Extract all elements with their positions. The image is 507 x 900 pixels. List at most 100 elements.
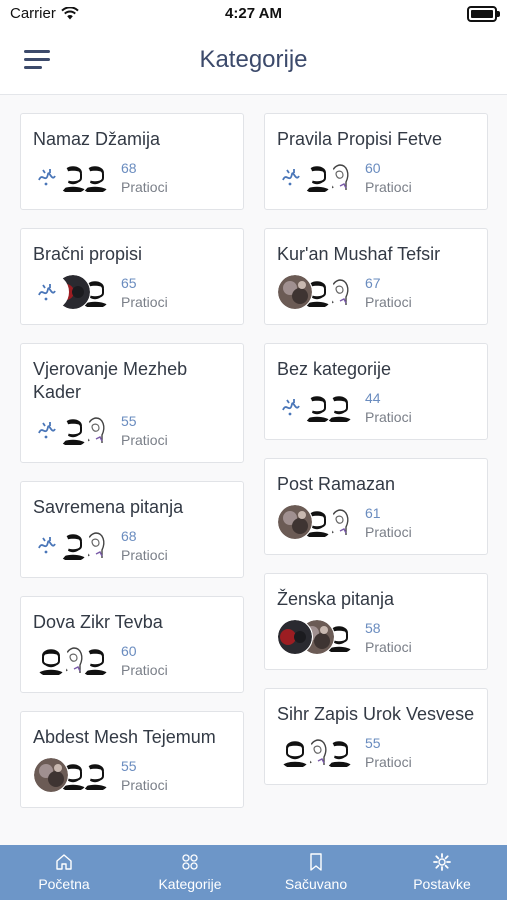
follower-count: 61	[365, 505, 381, 521]
category-followers: 61 Pratioci	[277, 504, 475, 542]
follower-label: Pratioci	[121, 662, 168, 678]
follower-avatars	[33, 274, 113, 312]
follower-count: 67	[365, 275, 381, 291]
follower-meta: 55 Pratioci	[121, 412, 168, 450]
category-card[interactable]: Bez kategorije 44 Pratioci	[264, 343, 488, 440]
follower-avatars	[277, 389, 357, 427]
avatar	[33, 274, 69, 310]
category-title: Abdest Mesh Tejemum	[33, 727, 216, 747]
follower-avatars	[277, 734, 357, 772]
category-followers: 55 Pratioci	[33, 757, 231, 795]
category-followers: 55 Pratioci	[277, 734, 475, 772]
follower-meta: 65 Pratioci	[121, 274, 168, 312]
follower-count: 44	[365, 390, 381, 406]
category-card[interactable]: Dova Zikr Tevba 60 Pratioci	[20, 596, 244, 693]
category-card[interactable]: Post Ramazan 61 Pratioci	[264, 458, 488, 555]
category-title: Kur'an Mushaf Tefsir	[277, 244, 441, 264]
avatar	[277, 504, 313, 540]
category-card[interactable]: Kur'an Mushaf Tefsir 67 Pratioci	[264, 228, 488, 325]
follower-avatars	[33, 527, 113, 565]
category-card[interactable]: Abdest Mesh Tejemum 55 Pratioci	[20, 711, 244, 808]
tab-bar: Početna Kategorije Sačuvano Postavke	[0, 845, 507, 900]
category-grid: Namaz Džamija 68 Pratioci Bračni propisi 65 P…	[0, 95, 507, 845]
category-card[interactable]: Sihr Zapis Urok Vesvese 55 Pratioci	[264, 688, 488, 785]
category-card[interactable]: Savremena pitanja 68 Pratioci	[20, 481, 244, 578]
avatar	[33, 757, 69, 793]
category-title: Savremena pitanja	[33, 497, 184, 517]
follower-count: 60	[365, 160, 381, 176]
avatar	[277, 274, 313, 310]
category-followers: 65 Pratioci	[33, 274, 231, 312]
avatar	[33, 412, 69, 448]
left-column: Namaz Džamija 68 Pratioci Bračni propisi 65 P…	[20, 113, 244, 826]
category-card[interactable]: Vjerovanje Mezheb Kader 55 Pratioci	[20, 343, 244, 463]
follower-meta: 68 Pratioci	[121, 159, 168, 197]
category-card[interactable]: Ženska pitanja 58 Pratioci	[264, 573, 488, 670]
category-followers: 58 Pratioci	[277, 619, 475, 657]
gear-icon	[432, 852, 452, 872]
page-title: Kategorije	[199, 46, 308, 73]
avatar	[277, 619, 313, 655]
follower-label: Pratioci	[121, 432, 168, 448]
category-card[interactable]: Pravila Propisi Fetve 60 Pratioci	[264, 113, 488, 210]
follower-count: 55	[365, 735, 381, 751]
follower-avatars	[277, 504, 357, 542]
avatar	[277, 389, 313, 425]
follower-meta: 60 Pratioci	[121, 642, 168, 680]
tab-label: Sačuvano	[284, 876, 348, 892]
follower-label: Pratioci	[365, 179, 412, 195]
home-icon	[54, 852, 74, 872]
tab-categories[interactable]: Kategorije	[127, 845, 253, 900]
category-title: Dova Zikr Tevba	[33, 612, 163, 632]
category-title: Sihr Zapis Urok Vesvese	[277, 704, 475, 724]
follower-count: 68	[121, 528, 137, 544]
follower-label: Pratioci	[121, 777, 168, 793]
status-bar: Carrier 4:27 AM	[0, 0, 507, 30]
category-followers: 68 Pratioci	[33, 527, 231, 565]
follower-label: Pratioci	[121, 547, 168, 563]
category-title: Namaz Džamija	[33, 129, 161, 149]
follower-avatars	[33, 412, 113, 450]
category-followers: 44 Pratioci	[277, 389, 475, 427]
avatar	[33, 642, 69, 678]
tab-label: Početna	[38, 876, 90, 892]
category-title: Ženska pitanja	[277, 589, 395, 609]
category-title: Bračni propisi	[33, 244, 143, 264]
category-followers: 55 Pratioci	[33, 412, 231, 450]
follower-meta: 55 Pratioci	[365, 734, 412, 772]
grid-icon	[180, 852, 200, 872]
nav-header: Kategorije	[0, 30, 507, 95]
avatar	[33, 159, 69, 195]
follower-count: 68	[121, 160, 137, 176]
tab-saved[interactable]: Sačuvano	[253, 845, 379, 900]
tab-settings[interactable]: Postavke	[379, 845, 505, 900]
follower-label: Pratioci	[365, 409, 412, 425]
follower-avatars	[277, 274, 357, 312]
category-followers: 60 Pratioci	[277, 159, 475, 197]
follower-meta: 60 Pratioci	[365, 159, 412, 197]
category-followers: 67 Pratioci	[277, 274, 475, 312]
follower-count: 55	[121, 413, 137, 429]
follower-meta: 68 Pratioci	[121, 527, 168, 565]
avatar	[33, 527, 69, 563]
category-title: Pravila Propisi Fetve	[277, 129, 443, 149]
follower-avatars	[33, 757, 113, 795]
category-card[interactable]: Namaz Džamija 68 Pratioci	[20, 113, 244, 210]
follower-avatars	[277, 159, 357, 197]
category-followers: 68 Pratioci	[33, 159, 231, 197]
tab-label: Kategorije	[158, 876, 222, 892]
follower-label: Pratioci	[365, 294, 412, 310]
follower-count: 60	[121, 643, 137, 659]
follower-count: 55	[121, 758, 137, 774]
follower-label: Pratioci	[121, 179, 168, 195]
category-card[interactable]: Bračni propisi 65 Pratioci	[20, 228, 244, 325]
follower-count: 65	[121, 275, 137, 291]
tab-home[interactable]: Početna	[1, 845, 127, 900]
bookmark-icon	[306, 852, 326, 872]
follower-label: Pratioci	[121, 294, 168, 310]
follower-count: 58	[365, 620, 381, 636]
category-title: Post Ramazan	[277, 474, 396, 494]
category-title: Bez kategorije	[277, 359, 392, 379]
follower-meta: 61 Pratioci	[365, 504, 412, 542]
category-followers: 60 Pratioci	[33, 642, 231, 680]
